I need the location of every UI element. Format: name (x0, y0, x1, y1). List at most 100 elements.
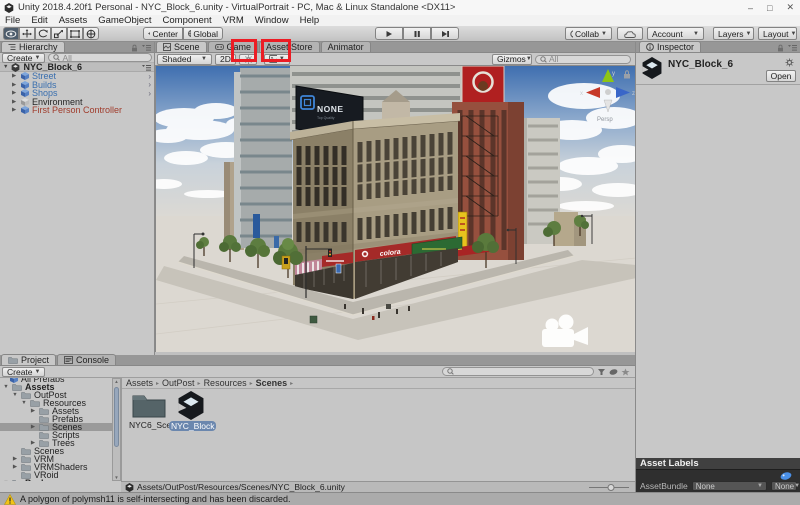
panel-menu-icon[interactable] (142, 44, 151, 52)
layout-button[interactable]: Layout ▼ (758, 27, 797, 40)
status-bar[interactable]: A polygon of polymsh11 is self-intersect… (0, 492, 800, 505)
chevron-down-icon[interactable]: ▼ (12, 392, 18, 398)
prefab-arrow-icon[interactable]: › (148, 89, 151, 98)
play-button[interactable] (375, 27, 403, 40)
layers-button[interactable]: Layers ▼ (713, 27, 754, 40)
lock-icon[interactable] (777, 44, 784, 52)
menu-help[interactable]: Help (300, 15, 320, 26)
hierarchy-item-first-person-controller[interactable]: ▶ First Person Controller (0, 105, 154, 115)
chevron-right-icon[interactable]: ▶ (12, 107, 18, 113)
folder-item[interactable]: NYC6_Sce... (129, 392, 178, 430)
close-button[interactable]: ✕ (786, 2, 794, 13)
scale-tool-button[interactable] (51, 27, 67, 40)
menu-window[interactable]: Window (255, 15, 289, 26)
move-tool-button[interactable] (19, 27, 35, 40)
panel-menu-icon[interactable] (788, 44, 797, 52)
account-button[interactable]: Account ▼ (647, 27, 704, 40)
breadcrumb-scenes[interactable]: Scenes (256, 378, 288, 388)
asset-path-bar: Assets/OutPost/Resources/Scenes/NYC_Bloc… (121, 481, 635, 492)
project-search-input[interactable] (442, 367, 594, 376)
asset-labels-section: Asset Labels AssetBundle None ▼ None ▼ (636, 458, 800, 492)
project-panel: Project Console Create ▼ All Prefabs ▼ Asset… (0, 354, 635, 492)
tab-hierarchy[interactable]: Hierarchy (1, 41, 65, 52)
search-icon (53, 54, 61, 61)
hierarchy-search-input[interactable]: All (48, 53, 152, 63)
chevron-right-icon[interactable]: ▶ (12, 90, 18, 96)
cloud-button[interactable] (617, 27, 643, 40)
inspector-title: NYC_Block_6 (668, 59, 734, 70)
project-create-button[interactable]: Create ▼ (2, 366, 46, 377)
transform-tool-button[interactable] (83, 27, 99, 40)
space-button[interactable]: Global (183, 27, 223, 40)
minimize-button[interactable]: – (748, 3, 753, 13)
maximize-button[interactable]: □ (767, 3, 772, 13)
lock-icon[interactable] (131, 44, 138, 52)
hierarchy-create-button[interactable]: Create ▼ (2, 52, 46, 63)
breadcrumb-separator: ▸ (156, 380, 160, 387)
scene-icon (163, 43, 171, 51)
folder-icon (21, 455, 31, 463)
tab-inspector[interactable]: Inspector (639, 41, 702, 52)
assetbundle-variant-dropdown[interactable]: None ▼ (771, 481, 800, 491)
rotate-tool-button[interactable] (35, 27, 51, 40)
breadcrumb-resources[interactable]: Resources (204, 378, 247, 388)
breadcrumb-outpost[interactable]: OutPost (162, 378, 195, 388)
hierarchy-item-street[interactable]: ▶ Street › (0, 71, 154, 81)
assetbundle-dropdown[interactable]: None ▼ (691, 481, 767, 491)
chevron-right-icon[interactable]: ▶ (12, 82, 18, 88)
warning-icon (4, 493, 16, 505)
pivot-button[interactable]: Center (143, 27, 183, 40)
chevron-right-icon[interactable]: ▶ (30, 408, 36, 414)
breadcrumb-assets[interactable]: Assets (126, 378, 153, 388)
folder-icon (39, 431, 49, 439)
menu-assets[interactable]: Assets (59, 15, 88, 26)
pivot-controls: Center Global (143, 27, 223, 40)
tree-item-scenes[interactable]: Scenes (0, 446, 112, 456)
label-icon[interactable] (780, 472, 792, 480)
unity-scene-icon (12, 62, 20, 72)
tab-console[interactable]: Console (57, 354, 117, 365)
project-tree-scrollbar[interactable]: ▲ ▼ (112, 378, 121, 481)
tab-scene[interactable]: Scene (156, 41, 207, 52)
collab-button[interactable]: Collab ▼ (565, 27, 612, 40)
chevron-down-icon[interactable]: ▼ (3, 64, 8, 70)
scene-item[interactable]: NYC_Block (169, 391, 217, 432)
open-button[interactable]: Open (766, 70, 796, 82)
tab-project[interactable]: Project (1, 354, 57, 365)
rect-tool-button[interactable] (67, 27, 83, 40)
menu-edit[interactable]: Edit (31, 15, 47, 26)
chevron-right-icon[interactable]: ▶ (30, 424, 36, 430)
chevron-right-icon[interactable]: ▶ (12, 73, 18, 79)
scene-search-input[interactable]: All (535, 54, 631, 64)
menu-component[interactable]: Component (163, 15, 212, 26)
hand-tool-button[interactable] (3, 27, 19, 40)
scrollbar-thumb[interactable] (114, 387, 119, 447)
favorites-star-icon[interactable] (621, 368, 630, 376)
menu-gameobject[interactable]: GameObject (98, 15, 151, 26)
chevron-right-icon[interactable]: ▶ (12, 456, 18, 462)
shading-mode-dropdown[interactable]: Shaded ▼ (157, 53, 212, 65)
gear-icon[interactable] (785, 58, 794, 67)
search-by-label-icon[interactable] (609, 368, 618, 376)
folder-icon (12, 383, 22, 391)
hierarchy-item-builds[interactable]: ▶ Builds › (0, 80, 154, 90)
scene-canvas[interactable]: NONE Top Quality colora x y z Persp (155, 66, 636, 352)
gizmos-dropdown[interactable]: Gizmos ▼ (492, 53, 532, 65)
scene-root-row[interactable]: ▼ NYC_Block_6 (0, 62, 154, 72)
chevron-down-icon[interactable]: ▼ (3, 384, 9, 390)
search-by-type-icon[interactable] (597, 368, 606, 376)
chevron-right-icon[interactable]: ▶ (12, 464, 18, 470)
tab-animator[interactable]: Animator (320, 41, 371, 52)
pause-button[interactable] (403, 27, 431, 40)
thumbnail-zoom-slider[interactable] (587, 483, 631, 492)
breadcrumb-separator: ▸ (197, 380, 201, 387)
chevron-down-icon[interactable]: ▼ (3, 480, 9, 481)
chevron-down-icon[interactable]: ▼ (21, 400, 27, 406)
folder-icon (21, 463, 31, 471)
folder-icon (21, 391, 31, 399)
menu-file[interactable]: File (5, 15, 20, 26)
menu-vrm[interactable]: VRM (223, 15, 244, 26)
chevron-right-icon[interactable]: ▶ (12, 99, 18, 105)
tree-item-packages[interactable]: ▼Packages (0, 478, 112, 481)
step-button[interactable] (431, 27, 459, 40)
